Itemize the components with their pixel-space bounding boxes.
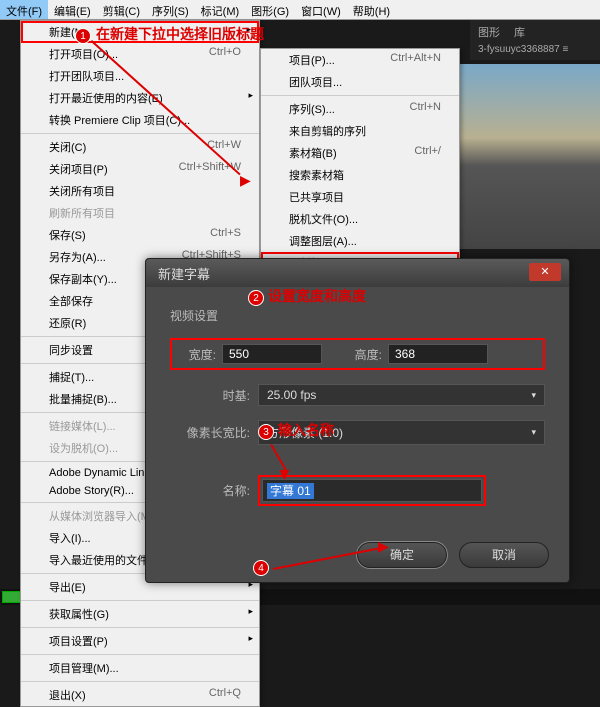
name-input[interactable]: 字幕 01 [267,483,314,499]
arrow-head-3: ▶ [277,470,293,480]
menu-4[interactable]: 标记(M) [195,0,246,19]
menu-item[interactable]: 保存(S)Ctrl+S [21,224,259,246]
par-label: 像素长宽比: [170,424,250,441]
arrow-head-1: ▶ [240,172,251,189]
menu-item[interactable]: 打开最近使用的内容(E) [21,87,259,109]
arrow-head-4: ▶ [378,538,389,555]
menu-item[interactable]: 刷新所有项目 [21,202,259,224]
height-label: 高度: [342,346,382,363]
menu-item[interactable]: 搜索素材箱 [261,164,459,186]
cancel-button[interactable]: 取消 [459,542,549,568]
close-icon[interactable]: ✕ [529,263,561,281]
height-input[interactable] [388,344,488,364]
menubar: 文件(F)编辑(E)剪辑(C)序列(S)标记(M)图形(G)窗口(W)帮助(H) [0,0,600,20]
clip-name: 3-fysuuyc3368887 [478,44,560,55]
new-title-dialog: 新建字幕 ✕ 视频设置 宽度: 高度: 时基: 25.00 fps 像素长宽比:… [145,258,570,583]
menu-item[interactable]: 项目设置(P) [21,630,259,652]
marker-1: 1 [75,28,91,44]
menu-item[interactable]: 团队项目... [261,71,459,93]
menu-item[interactable]: 获取属性(G) [21,603,259,625]
menu-item[interactable]: 转换 Premiere Clip 项目(C)... [21,109,259,131]
dialog-titlebar: 新建字幕 ✕ [146,259,569,287]
timebase-label: 时基: [170,387,250,404]
program-monitor [460,64,600,249]
timebase-select[interactable]: 25.00 fps [258,384,545,406]
annotation-2: 设置宽度和高度 [268,286,366,306]
menu-6[interactable]: 窗口(W) [295,0,347,19]
width-label: 宽度: [176,346,216,363]
menu-item[interactable]: 序列(S)...Ctrl+N [261,98,459,120]
menu-item[interactable]: 来自剪辑的序列 [261,120,459,142]
annotation-3: 输入名称 [278,420,334,440]
menu-7[interactable]: 帮助(H) [347,0,396,19]
menu-item[interactable]: 项目(P)...Ctrl+Alt+N [261,49,459,71]
section-label: 视频设置 [170,307,218,324]
menu-5[interactable]: 图形(G) [245,0,295,19]
menu-item[interactable]: 退出(X)Ctrl+Q [21,684,259,706]
menu-item[interactable]: 素材箱(B)Ctrl+/ [261,142,459,164]
menu-0[interactable]: 文件(F) [0,0,48,19]
width-input[interactable] [222,344,322,364]
menu-item[interactable]: 关闭(C)Ctrl+W [21,136,259,158]
menu-1[interactable]: 编辑(E) [48,0,97,19]
marker-4: 4 [253,560,269,576]
tab-library[interactable]: 库 [514,24,525,40]
menu-2[interactable]: 剪辑(C) [97,0,146,19]
marker-3: 3 [258,424,274,440]
menu-item[interactable]: 项目管理(M)... [21,657,259,679]
marker-2: 2 [248,290,264,306]
ok-button[interactable]: 确定 [357,542,447,568]
dialog-title: 新建字幕 [158,267,210,282]
width-height-row: 宽度: 高度: [170,338,545,370]
menu-item[interactable]: 关闭所有项目 [21,180,259,202]
tab-graphics[interactable]: 图形 [478,24,500,40]
menu-item[interactable]: 脱机文件(O)... [261,208,459,230]
annotation-1: 在新建下拉中选择旧版标题 [96,24,264,44]
menu-item[interactable]: 已共享项目 [261,186,459,208]
menu-item[interactable]: 调整图层(A)... [261,230,459,252]
panel-tabs: 图形库 3-fysuuyc3368887 ≡ [470,20,600,60]
progress-icon [2,591,22,603]
name-label: 名称: [170,482,250,499]
menu-3[interactable]: 序列(S) [146,0,195,19]
menu-item[interactable]: 打开项目(O)...Ctrl+O [21,43,259,65]
